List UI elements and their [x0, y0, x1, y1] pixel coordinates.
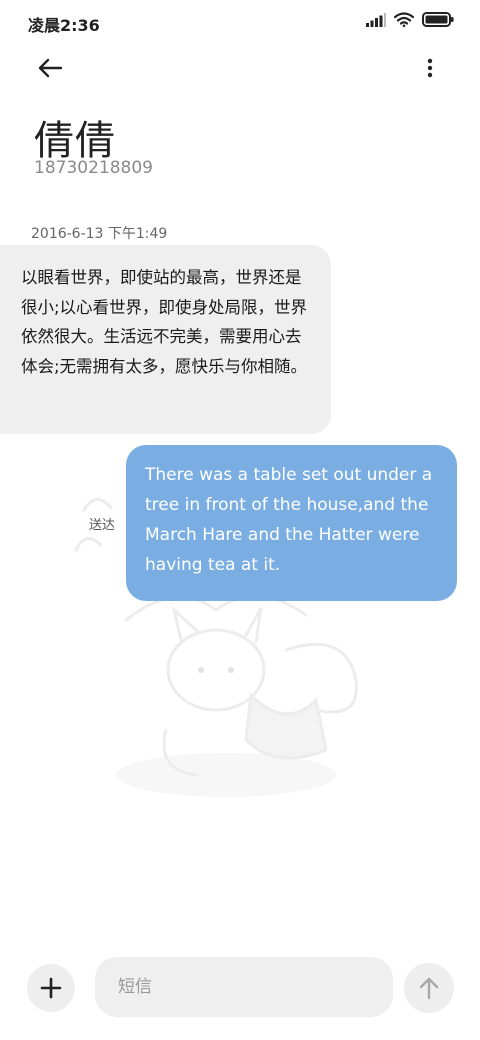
signal-icon [366, 12, 386, 27]
arrow-up-icon [419, 977, 439, 1000]
status-time: 凌晨2:36 [28, 16, 100, 35]
more-options-button[interactable] [416, 54, 444, 82]
delivery-status: 送达 [89, 518, 116, 533]
status-bar: 凌晨2:36 [0, 0, 480, 44]
add-attachment-button[interactable] [27, 964, 75, 1012]
message-input[interactable] [95, 957, 393, 1017]
arrow-left-icon [38, 58, 63, 78]
battery-icon [422, 12, 454, 27]
incoming-message-bubble[interactable]: 以眼看世界，即使站的最高，世界还是很小;以心看世界，即使身处局限，世界依然很大。… [0, 245, 331, 434]
wifi-icon [394, 12, 414, 27]
message-timestamp: 2016-6-13 下午1:49 [31, 226, 168, 242]
status-icons [366, 12, 454, 27]
outgoing-message-bubble[interactable]: There was a table set out under a tree i… [126, 445, 457, 601]
send-button[interactable] [404, 963, 454, 1013]
back-button[interactable] [32, 54, 68, 82]
more-vertical-icon [427, 58, 433, 78]
plus-icon [40, 977, 62, 999]
contact-number[interactable]: 18730218809 [34, 158, 153, 178]
